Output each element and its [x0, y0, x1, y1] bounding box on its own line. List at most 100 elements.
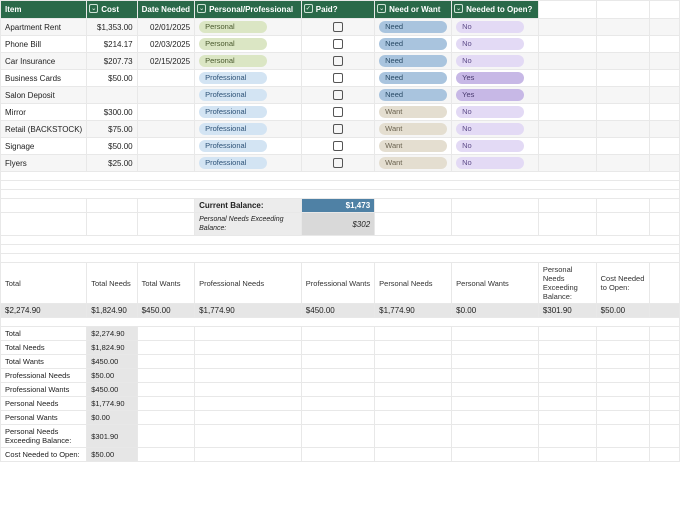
totals-value[interactable]: $1,774.90 [375, 304, 452, 318]
pill-personal[interactable]: Personal [199, 38, 267, 50]
pill-professional[interactable]: Professional [199, 123, 267, 135]
cell-open[interactable]: Yes [452, 70, 539, 87]
totals-value[interactable]: $450.00 [301, 304, 374, 318]
checkbox[interactable] [333, 56, 343, 66]
pill-want[interactable]: Want [379, 140, 447, 152]
cell-item[interactable]: Phone Bill [1, 36, 87, 53]
checkbox[interactable] [333, 90, 343, 100]
cell-cost[interactable]: $50.00 [87, 138, 137, 155]
cell-nw[interactable]: Want [375, 121, 452, 138]
cell-open[interactable]: Yes [452, 87, 539, 104]
side-value[interactable]: $0.00 [87, 411, 137, 425]
pill-want[interactable]: Want [379, 157, 447, 169]
cell-date[interactable] [137, 104, 194, 121]
cell-item[interactable]: Salon Deposit [1, 87, 87, 104]
cell-cost[interactable]: $75.00 [87, 121, 137, 138]
pill-professional[interactable]: Professional [199, 140, 267, 152]
side-value[interactable]: $50.00 [87, 448, 137, 462]
side-value[interactable]: $450.00 [87, 383, 137, 397]
side-value[interactable]: $301.90 [87, 425, 137, 448]
cell-paid[interactable] [301, 138, 374, 155]
checkbox[interactable] [333, 141, 343, 151]
pill-need[interactable]: Need [379, 89, 447, 101]
cell-date[interactable]: 02/03/2025 [137, 36, 194, 53]
pill-no[interactable]: No [456, 38, 524, 50]
cell-date[interactable] [137, 155, 194, 172]
pill-personal[interactable]: Personal [199, 55, 267, 67]
cell-paid[interactable] [301, 155, 374, 172]
pill-no[interactable]: No [456, 21, 524, 33]
cell-open[interactable]: No [452, 104, 539, 121]
side-value[interactable]: $450.00 [87, 355, 137, 369]
pill-no[interactable]: No [456, 55, 524, 67]
cell-nw[interactable]: Want [375, 104, 452, 121]
cell-item[interactable]: Retail (BACKSTOCK) [1, 121, 87, 138]
cell-paid[interactable] [301, 53, 374, 70]
table-row[interactable]: Salon DepositProfessionalNeedYes [1, 87, 680, 104]
cell-item[interactable]: Apartment Rent [1, 19, 87, 36]
cell-date[interactable]: 02/01/2025 [137, 19, 194, 36]
totals-value[interactable]: $0.00 [452, 304, 539, 318]
pill-yes[interactable]: Yes [456, 72, 524, 84]
table-row[interactable]: Phone Bill$214.1702/03/2025PersonalNeedN… [1, 36, 680, 53]
cell-pp[interactable]: Personal [195, 53, 302, 70]
cell-item[interactable]: Car Insurance [1, 53, 87, 70]
cell-cost[interactable] [87, 87, 137, 104]
hdr-open[interactable]: ⌄Needed to Open? [452, 1, 539, 19]
pill-need[interactable]: Need [379, 55, 447, 67]
pill-no[interactable]: No [456, 157, 524, 169]
cell-date[interactable]: 02/15/2025 [137, 53, 194, 70]
cell-date[interactable] [137, 138, 194, 155]
current-balance-value[interactable]: $1,473 [301, 199, 374, 213]
cell-paid[interactable] [301, 36, 374, 53]
checkbox[interactable] [333, 107, 343, 117]
pill-want[interactable]: Want [379, 123, 447, 135]
cell-date[interactable] [137, 87, 194, 104]
side-value[interactable]: $1,824.90 [87, 341, 137, 355]
cell-open[interactable]: No [452, 121, 539, 138]
cell-paid[interactable] [301, 121, 374, 138]
totals-value[interactable]: $1,774.90 [195, 304, 302, 318]
cell-pp[interactable]: Personal [195, 19, 302, 36]
cell-nw[interactable]: Need [375, 53, 452, 70]
cell-item[interactable]: Signage [1, 138, 87, 155]
pill-no[interactable]: No [456, 106, 524, 118]
table-row[interactable]: Signage$50.00 Professional Want No [1, 138, 680, 155]
cell-item[interactable]: Mirror [1, 104, 87, 121]
pill-need[interactable]: Need [379, 38, 447, 50]
side-value[interactable]: $1,774.90 [87, 397, 137, 411]
hdr-item[interactable]: Item [1, 1, 87, 19]
cell-nw[interactable]: Need [375, 19, 452, 36]
cell-pp[interactable]: Personal [195, 36, 302, 53]
hdr-nw[interactable]: ⌄Need or Want [375, 1, 452, 19]
totals-value[interactable]: $2,274.90 [1, 304, 87, 318]
totals-value[interactable] [650, 304, 680, 318]
cell-open[interactable]: No [452, 155, 539, 172]
cell-nw[interactable]: Need [375, 70, 452, 87]
table-row[interactable]: Apartment Rent$1,353.0002/01/2025Persona… [1, 19, 680, 36]
cell-paid[interactable] [301, 87, 374, 104]
cell-pp[interactable]: Professional [195, 138, 302, 155]
cell-item[interactable]: Business Cards [1, 70, 87, 87]
cell-nw[interactable]: Need [375, 87, 452, 104]
checkbox[interactable] [333, 158, 343, 168]
pill-need[interactable]: Need [379, 21, 447, 33]
pill-professional[interactable]: Professional [199, 157, 267, 169]
cell-pp[interactable]: Professional [195, 155, 302, 172]
checkbox[interactable] [333, 73, 343, 83]
pill-personal[interactable]: Personal [199, 21, 267, 33]
pill-professional[interactable]: Professional [199, 106, 267, 118]
cell-date[interactable] [137, 70, 194, 87]
pill-no[interactable]: No [456, 140, 524, 152]
cell-paid[interactable] [301, 70, 374, 87]
cell-cost[interactable]: $50.00 [87, 70, 137, 87]
table-row[interactable]: Business Cards$50.00ProfessionalNeedYes [1, 70, 680, 87]
cell-open[interactable]: No [452, 138, 539, 155]
spreadsheet[interactable]: Item ⌄Cost Date Needed ⌄Personal/Profess… [0, 0, 680, 462]
table-row[interactable]: Flyers$25.00ProfessionalWantNo [1, 155, 680, 172]
table-row[interactable]: Car Insurance$207.7302/15/2025PersonalNe… [1, 53, 680, 70]
cell-pp[interactable]: Professional [195, 121, 302, 138]
cell-pp[interactable]: Professional [195, 104, 302, 121]
pill-yes[interactable]: Yes [456, 89, 524, 101]
totals-value[interactable]: $301.90 [538, 304, 596, 318]
